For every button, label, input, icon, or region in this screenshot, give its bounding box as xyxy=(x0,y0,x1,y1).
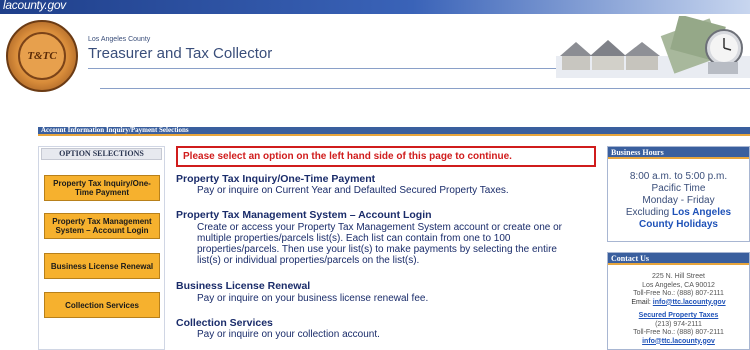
hours-excluding-label: Excluding xyxy=(625,207,673,218)
secured-email-link[interactable]: info@ttc.lacounty.gov xyxy=(612,338,745,347)
contact-address-line1: 225 N. Hill Street xyxy=(652,273,705,280)
section-title: Account Information Inquiry/Payment Sele… xyxy=(41,126,189,134)
section-header-bar: Account Information Inquiry/Payment Sele… xyxy=(38,126,750,136)
hours-excluding: Excluding Los Angeles xyxy=(608,207,749,219)
item-desc-property-tax-inquiry: Pay or inquire on Current Year and Defau… xyxy=(197,185,509,196)
business-hours-body: 8:00 a.m. to 5:00 p.m. Pacific Time Mond… xyxy=(608,159,749,231)
item-title-property-tax-management[interactable]: Property Tax Management System – Account… xyxy=(176,209,432,221)
contact-us-body: 225 N. Hill Street Los Angeles, CA 90012… xyxy=(608,265,749,346)
property-tax-management-login-button[interactable]: Property Tax Management System – Account… xyxy=(44,213,160,239)
hours-timezone: Pacific Time xyxy=(651,183,706,194)
item-title-business-license[interactable]: Business License Renewal xyxy=(176,280,310,292)
business-hours-header: Business Hours xyxy=(608,147,749,159)
ttc-seal-logo[interactable]: T&TC xyxy=(6,20,78,92)
header-banner-image xyxy=(556,16,750,78)
holidays-link-part1[interactable]: Los Angeles xyxy=(672,207,731,218)
item-desc-business-license: Pay or inquire on your business license … xyxy=(197,293,429,304)
item-desc-property-tax-management: Create or access your Property Tax Manag… xyxy=(197,222,562,266)
contact-us-panel: Contact Us 225 N. Hill Street Los Angele… xyxy=(607,252,750,350)
item-title-property-tax-inquiry[interactable]: Property Tax Inquiry/One-Time Payment xyxy=(176,173,375,185)
header-divider xyxy=(88,68,560,69)
holidays-link-part2[interactable]: County Holidays xyxy=(608,219,749,231)
header-divider-lower xyxy=(100,88,750,89)
agency-subtitle: Los Angeles County xyxy=(88,36,151,43)
contact-email-link[interactable]: info@ttc.lacounty.gov xyxy=(653,299,726,306)
collection-services-button[interactable]: Collection Services xyxy=(44,292,160,318)
secured-property-taxes-link[interactable]: Secured Property Taxes xyxy=(612,312,745,321)
item-title-collection-services[interactable]: Collection Services xyxy=(176,317,273,329)
selection-alert: Please select an option on the left hand… xyxy=(176,146,596,167)
item-desc-collection-services: Pay or inquire on your collection accoun… xyxy=(197,329,380,340)
business-hours-panel: Business Hours 8:00 a.m. to 5:00 p.m. Pa… xyxy=(607,146,750,242)
contact-us-header: Contact Us xyxy=(608,253,749,265)
lacounty-logo[interactable]: lacounty.gov xyxy=(3,0,66,12)
option-selections-panel: OPTION SELECTIONS Property Tax Inquiry/O… xyxy=(38,146,165,350)
contact-email-row: Email: info@ttc.lacounty.gov xyxy=(612,299,745,308)
agency-title: Treasurer and Tax Collector xyxy=(88,45,273,62)
secured-tollfree: Toll-Free No.: (888) 807-2111 xyxy=(633,329,724,336)
contact-address-line2: Los Angeles, CA 90012 xyxy=(642,281,715,289)
contact-tollfree: Toll-Free No.: (888) 807-2111 xyxy=(633,290,724,297)
secured-phone: (213) 974-2111 xyxy=(655,320,702,328)
hours-time: 8:00 a.m. to 5:00 p.m. xyxy=(629,171,728,182)
property-tax-inquiry-button[interactable]: Property Tax Inquiry/One-Time Payment xyxy=(44,175,160,201)
business-license-renewal-button[interactable]: Business License Renewal xyxy=(44,253,160,279)
hours-days: Monday - Friday xyxy=(642,195,715,206)
top-banner: lacounty.gov xyxy=(0,0,750,14)
seal-text: T&TC xyxy=(18,32,66,80)
option-selections-header: OPTION SELECTIONS xyxy=(41,148,162,160)
contact-email-label: Email: xyxy=(631,298,653,306)
